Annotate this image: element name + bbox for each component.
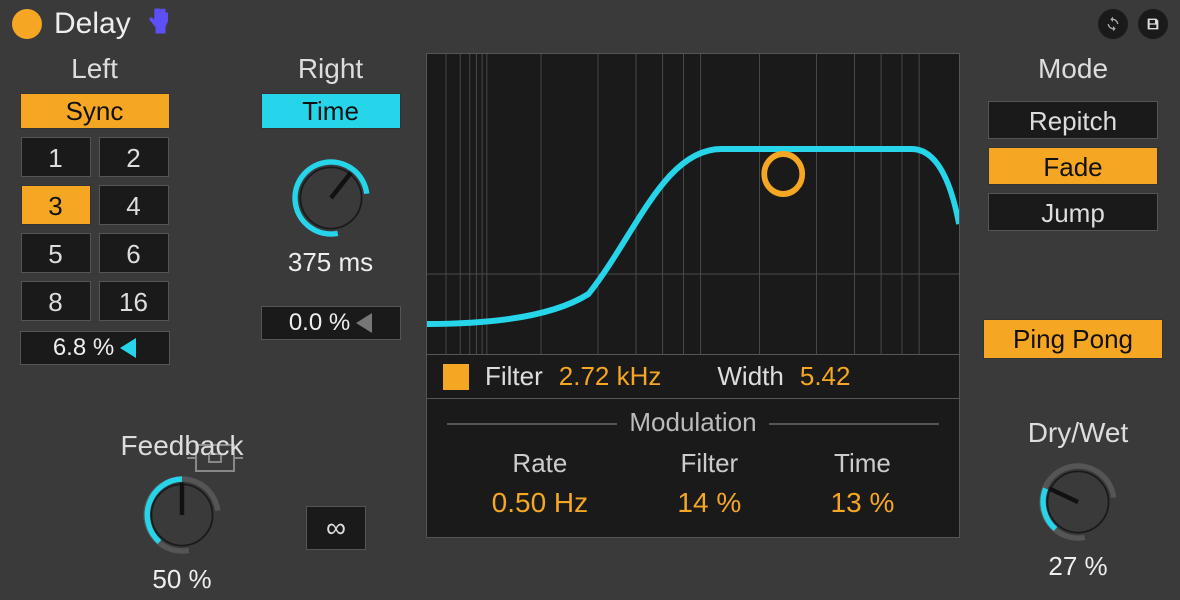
filter-freq-value[interactable]: 2.72 kHz <box>559 361 662 392</box>
division-3[interactable]: 3 <box>21 185 91 225</box>
right-offset-value[interactable]: 0.0 % <box>261 306 401 340</box>
device-title: Delay <box>54 7 131 41</box>
device-activator[interactable] <box>12 9 42 39</box>
save-preset-button[interactable] <box>1138 9 1168 39</box>
filter-row: Filter 2.72 kHz Width 5.42 <box>426 355 960 399</box>
division-1[interactable]: 1 <box>21 137 91 177</box>
division-5[interactable]: 5 <box>21 233 91 273</box>
division-8[interactable]: 8 <box>21 281 91 321</box>
hot-swap-button[interactable] <box>1098 9 1128 39</box>
right-time-button[interactable]: Time <box>261 93 401 129</box>
left-offset-text: 6.8 % <box>53 334 114 362</box>
drywet-value: 27 % <box>978 551 1178 582</box>
modulation-title: Modulation <box>447 407 939 438</box>
mod-filter-value[interactable]: 14 % <box>677 487 741 519</box>
left-sync-button[interactable]: Sync <box>20 93 170 129</box>
right-offset-arrow-icon <box>356 313 372 333</box>
drywet-knob[interactable] <box>1033 457 1123 547</box>
hand-icon[interactable] <box>143 6 173 41</box>
right-offset-text: 0.0 % <box>289 309 350 337</box>
mod-rate-value[interactable]: 0.50 Hz <box>492 487 589 519</box>
drywet-label: Dry/Wet <box>978 417 1178 449</box>
filter-width-label: Width <box>717 361 783 392</box>
mode-label: Mode <box>1038 53 1108 85</box>
division-2[interactable]: 2 <box>99 137 169 177</box>
left-division-grid: 1 2 3 4 5 6 8 16 <box>21 137 169 321</box>
feedback-value: 50 % <box>82 564 282 595</box>
right-time-knob[interactable] <box>286 153 376 243</box>
left-offset-value[interactable]: 6.8 % <box>20 331 170 365</box>
mod-time-value[interactable]: 13 % <box>831 487 895 519</box>
mod-filter-label: Filter <box>677 448 741 479</box>
freeze-button[interactable]: ∞ <box>306 506 366 550</box>
device-header: Delay <box>0 0 1180 47</box>
division-16[interactable]: 16 <box>99 281 169 321</box>
filter-label: Filter <box>485 361 543 392</box>
division-4[interactable]: 4 <box>99 185 169 225</box>
division-6[interactable]: 6 <box>99 233 169 273</box>
feedback-label: Feedback <box>82 430 282 462</box>
ping-pong-button[interactable]: Ping Pong <box>983 319 1163 359</box>
left-channel-label: Left <box>71 53 118 85</box>
mode-repitch-button[interactable]: Repitch <box>988 101 1158 139</box>
mode-jump-button[interactable]: Jump <box>988 193 1158 231</box>
mod-rate-label: Rate <box>492 448 589 479</box>
feedback-knob[interactable] <box>137 470 227 560</box>
mod-time-label: Time <box>831 448 895 479</box>
filter-on-button[interactable] <box>443 364 469 390</box>
left-offset-arrow-icon <box>120 338 136 358</box>
filter-display[interactable] <box>426 53 960 355</box>
right-channel-label: Right <box>298 53 363 85</box>
modulation-section: Modulation Rate 0.50 Hz Filter 14 % Time… <box>426 399 960 538</box>
mode-fade-button[interactable]: Fade <box>988 147 1158 185</box>
right-time-value: 375 ms <box>288 247 373 278</box>
filter-width-value[interactable]: 5.42 <box>800 361 851 392</box>
